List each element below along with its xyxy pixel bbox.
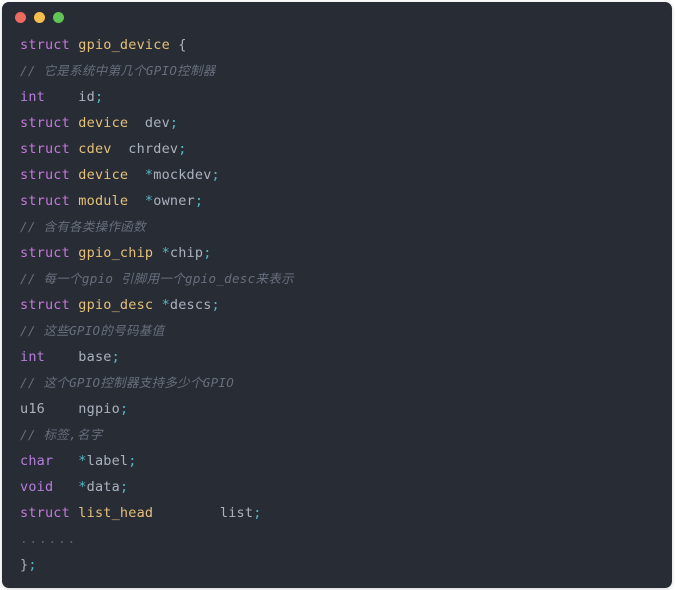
code-line: // 含有各类操作函数 — [20, 214, 672, 240]
code-token: data — [87, 479, 120, 495]
code-token — [45, 401, 78, 417]
code-token: int — [20, 89, 45, 105]
code-line: struct cdev chrdev; — [20, 136, 672, 162]
code-token — [153, 505, 220, 521]
code-token: { — [178, 37, 186, 53]
code-token: ngpio — [78, 401, 120, 417]
code-token: gpio_desc — [78, 297, 153, 313]
code-token: ; — [212, 297, 220, 313]
code-token: device — [78, 115, 128, 131]
code-token: module — [78, 193, 128, 209]
code-token — [153, 297, 161, 313]
code-token: struct — [20, 297, 70, 313]
code-token: device — [78, 167, 128, 183]
code-token: * — [145, 193, 153, 209]
code-token: ; — [128, 453, 136, 469]
code-token: * — [145, 167, 153, 183]
code-token: ; — [253, 505, 261, 521]
code-line: // 标签,名字 — [20, 422, 672, 448]
code-token: chrdev — [128, 141, 178, 157]
code-token — [128, 115, 145, 131]
code-token: ; — [178, 141, 186, 157]
code-line: struct module *owner; — [20, 188, 672, 214]
code-token — [45, 89, 78, 105]
window-titlebar — [2, 2, 672, 32]
code-token: list_head — [78, 505, 153, 521]
code-token — [45, 349, 78, 365]
code-line: struct device *mockdev; — [20, 162, 672, 188]
code-token: void — [20, 479, 53, 495]
minimize-button-icon[interactable] — [34, 12, 45, 23]
code-line: struct gpio_chip *chip; — [20, 240, 672, 266]
code-token: dev — [145, 115, 170, 131]
code-token — [128, 193, 145, 209]
code-token — [153, 245, 161, 261]
code-token: label — [87, 453, 129, 469]
code-token: ; — [28, 557, 36, 573]
code-token: u16 — [20, 401, 45, 417]
code-token: int — [20, 349, 45, 365]
code-token: * — [78, 479, 86, 495]
zoom-button-icon[interactable] — [53, 12, 64, 23]
close-button-icon[interactable] — [15, 12, 26, 23]
code-block[interactable]: struct gpio_device {// 它是系统中第几个GPIO控制器in… — [2, 32, 672, 578]
code-token: ; — [170, 115, 178, 131]
code-token: * — [162, 245, 170, 261]
code-line: int id; — [20, 84, 672, 110]
code-token — [128, 167, 145, 183]
code-token: struct — [20, 167, 70, 183]
code-token: ; — [120, 401, 128, 417]
code-token: list — [220, 505, 253, 521]
code-token: ; — [203, 245, 211, 261]
code-token: descs — [170, 297, 212, 313]
code-token: * — [162, 297, 170, 313]
code-token: struct — [20, 193, 70, 209]
code-token: gpio_device — [78, 37, 170, 53]
code-token: gpio_chip — [78, 245, 153, 261]
code-line: u16 ngpio; — [20, 396, 672, 422]
code-line: int base; — [20, 344, 672, 370]
code-token: struct — [20, 115, 70, 131]
code-token: ; — [112, 349, 120, 365]
code-token: ; — [195, 193, 203, 209]
code-token: struct — [20, 141, 70, 157]
code-token: base — [78, 349, 111, 365]
code-token: cdev — [78, 141, 111, 157]
code-token: struct — [20, 245, 70, 261]
code-token — [53, 453, 78, 469]
code-line: // 每一个gpio 引脚用一个gpio_desc来表示 — [20, 266, 672, 292]
code-token — [112, 141, 129, 157]
code-line: char *label; — [20, 448, 672, 474]
code-line: void *data; — [20, 474, 672, 500]
code-line: ...... — [20, 526, 672, 552]
code-token: chip — [170, 245, 203, 261]
code-token: ; — [212, 167, 220, 183]
code-token: struct — [20, 505, 70, 521]
code-token: ; — [120, 479, 128, 495]
code-line: // 它是系统中第几个GPIO控制器 — [20, 58, 672, 84]
code-line: // 这些GPIO的号码基值 — [20, 318, 672, 344]
code-line: struct list_head list; — [20, 500, 672, 526]
code-token: * — [78, 453, 86, 469]
code-token: owner — [153, 193, 195, 209]
code-token: id — [78, 89, 95, 105]
code-line: struct device dev; — [20, 110, 672, 136]
code-line: }; — [20, 552, 672, 578]
code-token: struct — [20, 37, 70, 53]
code-token: ; — [95, 89, 103, 105]
code-line: struct gpio_desc *descs; — [20, 292, 672, 318]
code-line: struct gpio_device { — [20, 32, 672, 58]
code-line: // 这个GPIO控制器支持多少个GPIO — [20, 370, 672, 396]
code-token: char — [20, 453, 53, 469]
code-token — [170, 37, 178, 53]
code-token — [53, 479, 78, 495]
code-token: mockdev — [153, 167, 211, 183]
code-window: struct gpio_device {// 它是系统中第几个GPIO控制器in… — [2, 2, 672, 588]
